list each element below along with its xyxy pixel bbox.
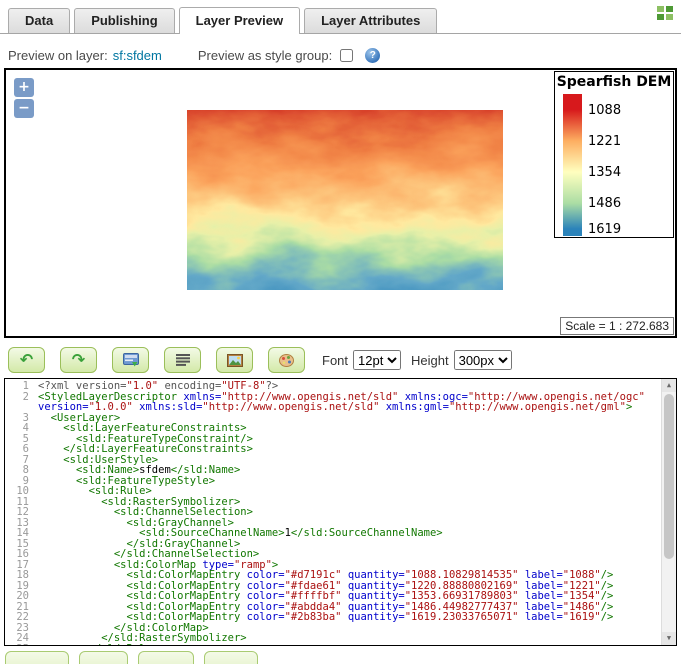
- footer-button-4[interactable]: [204, 651, 258, 664]
- legend-title: Spearfish DEM: [555, 72, 673, 90]
- scroll-down-icon[interactable]: ▼: [662, 632, 676, 645]
- style-editor-page: DataPublishingLayer PreviewLayer Attribu…: [0, 0, 681, 664]
- legend-label: 1486: [588, 196, 621, 211]
- line-number: 16: [5, 549, 33, 560]
- line-number: 4: [5, 423, 33, 434]
- map-preview-panel: + −: [4, 68, 677, 338]
- footer-buttons: [5, 651, 258, 664]
- legend-label: 1619: [588, 222, 621, 237]
- editor-toolbar: ↶↷ Font 12pt Height 300px: [8, 346, 512, 374]
- legend-label: 1221: [588, 134, 621, 149]
- tab-layer-attributes[interactable]: Layer Attributes: [304, 8, 437, 33]
- line-number: 10: [5, 486, 33, 497]
- wrap-lines-icon: [176, 354, 190, 366]
- redo-icon: ↷: [72, 353, 85, 367]
- maximize-icon[interactable]: [657, 6, 673, 20]
- preview-as-style-group-label: Preview as style group:: [198, 48, 332, 63]
- legend: Spearfish DEM 1088 1221 1354 1486 1619: [554, 71, 674, 238]
- tab-layer-preview[interactable]: Layer Preview: [179, 7, 300, 34]
- line-number: 8: [5, 465, 33, 476]
- code-line[interactable]: 25 </sld:Rule>: [5, 644, 661, 647]
- legend-label: 1088: [588, 103, 621, 118]
- undo-button[interactable]: ↶: [8, 347, 45, 373]
- scroll-up-icon[interactable]: ▲: [662, 379, 676, 392]
- insert-image-button[interactable]: [216, 347, 253, 373]
- dem-raster-image: [187, 110, 503, 290]
- editor-toolbar-buttons: ↶↷: [8, 347, 320, 373]
- line-number: 22: [5, 612, 33, 623]
- color-picker-icon: [279, 354, 294, 367]
- font-label: Font: [322, 353, 348, 368]
- line-number: 24: [5, 633, 33, 644]
- line-number: 25: [5, 644, 33, 647]
- zoom-out-button[interactable]: −: [14, 99, 34, 118]
- layer-link[interactable]: sf:sfdem: [113, 48, 162, 63]
- help-icon[interactable]: ?: [365, 48, 380, 63]
- tab-publishing[interactable]: Publishing: [74, 8, 174, 33]
- reformat-icon: [123, 353, 139, 367]
- footer-button-1[interactable]: [5, 651, 69, 664]
- line-number: 14: [5, 528, 33, 539]
- preview-bar: Preview on layer: sf:sfdem Preview as st…: [8, 46, 681, 64]
- color-picker-button[interactable]: [268, 347, 305, 373]
- footer-button-2[interactable]: [79, 651, 128, 664]
- code-line[interactable]: 2<StyledLayerDescriptor xmlns="http://ww…: [5, 392, 661, 413]
- line-number: 12: [5, 507, 33, 518]
- editor-scrollbar[interactable]: ▲ ▼: [661, 379, 676, 645]
- style-group-checkbox[interactable]: [340, 49, 353, 62]
- reformat-button[interactable]: [112, 347, 149, 373]
- height-label: Height: [411, 353, 449, 368]
- line-number: 20: [5, 591, 33, 602]
- tab-data[interactable]: Data: [8, 8, 70, 33]
- sld-code-editor[interactable]: 1<?xml version="1.0" encoding="UTF-8"?>2…: [4, 378, 677, 646]
- tab-bar: DataPublishingLayer PreviewLayer Attribu…: [0, 7, 681, 34]
- scale-readout: Scale = 1 : 272.683: [560, 317, 674, 335]
- redo-button[interactable]: ↷: [60, 347, 97, 373]
- legend-label: 1354: [588, 165, 621, 180]
- insert-image-icon: [227, 354, 243, 367]
- code-lines: 1<?xml version="1.0" encoding="UTF-8"?>2…: [5, 381, 661, 646]
- font-size-select[interactable]: 12pt: [353, 350, 401, 370]
- footer-button-3[interactable]: [138, 651, 194, 664]
- wrap-lines-button[interactable]: [164, 347, 201, 373]
- line-number: 18: [5, 570, 33, 581]
- height-select[interactable]: 300px: [454, 350, 512, 370]
- line-number: 6: [5, 444, 33, 455]
- legend-color-ramp: [563, 94, 582, 236]
- scrollbar-thumb[interactable]: [664, 394, 674, 559]
- zoom-in-button[interactable]: +: [14, 78, 34, 97]
- zoom-controls: + −: [14, 78, 34, 120]
- preview-on-layer-label: Preview on layer:: [8, 48, 108, 63]
- undo-icon: ↶: [20, 353, 33, 367]
- line-number: 1: [5, 381, 33, 392]
- line-number: 2: [5, 392, 33, 413]
